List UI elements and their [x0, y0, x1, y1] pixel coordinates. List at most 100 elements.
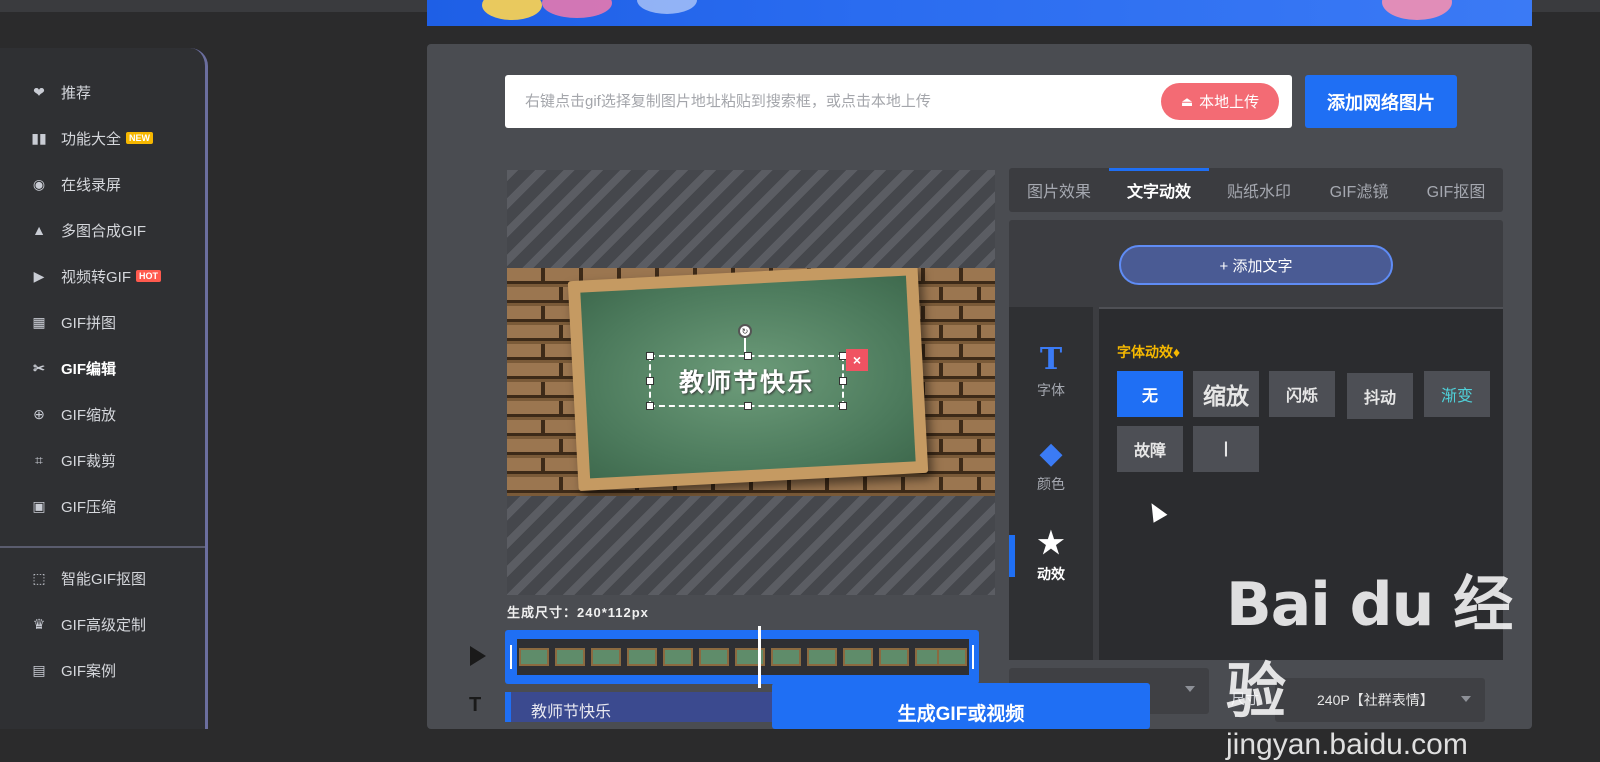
- playhead[interactable]: [758, 626, 761, 688]
- sidebar-item-gif-zoom[interactable]: ⊕ GIF缩放: [28, 402, 116, 426]
- sidebar-item-recommend[interactable]: ❤ 推荐: [28, 80, 91, 104]
- bookmark-icon: ▤: [32, 661, 46, 678]
- sidebar-item-cases[interactable]: ▤ GIF案例: [28, 658, 116, 682]
- sidebar-item-label: GIF压缩: [61, 498, 116, 516]
- local-upload-button[interactable]: ⏏ 本地上传: [1161, 83, 1279, 120]
- zoom-icon: ⊕: [33, 405, 45, 422]
- image-icon: ▲: [32, 222, 46, 238]
- zip-icon: ▣: [32, 497, 46, 514]
- sidebar-item-label: GIF编辑: [61, 360, 116, 378]
- sidebar-item-all-features[interactable]: ▮▮ 功能大全 NEW: [28, 126, 154, 150]
- text-track-icon: T: [469, 694, 482, 716]
- image-url-input[interactable]: [505, 75, 1145, 128]
- sidebar-divider: [0, 546, 205, 548]
- sidebar-item-gif-puzzle[interactable]: ▦ GIF拼图: [28, 310, 116, 334]
- vtab-animation[interactable]: ★ 动效: [1009, 529, 1093, 584]
- tool-tabs: 图片效果 文字动效 贴纸水印 GIF滤镜 GIF抠图: [1009, 168, 1503, 212]
- effect-shake[interactable]: 抖动: [1347, 373, 1413, 419]
- sidebar-item-label: GIF高级定制: [61, 616, 146, 634]
- edit-icon: ✂: [33, 359, 45, 376]
- sidebar-item-label: 功能大全: [61, 130, 122, 148]
- layout-icon: ▦: [32, 313, 46, 330]
- effect-flash[interactable]: 闪烁: [1269, 371, 1335, 417]
- resize-handle[interactable]: [839, 377, 847, 385]
- resize-handle[interactable]: [744, 352, 752, 360]
- effects-title: 字体动效♦: [1117, 344, 1181, 360]
- text-overlay-selection[interactable]: 教师节快乐: [646, 352, 847, 410]
- sidebar-item-label: GIF裁剪: [61, 452, 116, 470]
- resize-handle[interactable]: [744, 402, 752, 410]
- generate-button[interactable]: 生成GIF或视频: [772, 683, 1150, 729]
- output-size-text: 生成尺寸：240*112px: [507, 605, 649, 620]
- vtab-label: 字体: [1037, 382, 1065, 398]
- sidebar: ❤ 推荐 ▮▮ 功能大全 NEW ◉ 在线录屏 ▲ 多图合成GIF ▶ 视频转G…: [0, 48, 208, 729]
- camera-icon: ◉: [32, 175, 46, 192]
- effect-typewriter[interactable]: |: [1193, 426, 1259, 472]
- star-icon: ★: [1037, 526, 1065, 561]
- vtab-label: 颜色: [1037, 476, 1065, 492]
- resize-handle[interactable]: [646, 377, 654, 385]
- sidebar-item-label: GIF缩放: [61, 406, 116, 424]
- heart-icon: ❤: [33, 83, 45, 100]
- trim-handle-start[interactable]: [510, 645, 512, 669]
- sidebar-item-label: 视频转GIF: [61, 268, 131, 286]
- active-tab-indicator: [1009, 535, 1015, 577]
- font-icon: T: [1039, 342, 1063, 377]
- frame-timeline[interactable]: [505, 626, 979, 688]
- effect-none[interactable]: 无: [1117, 371, 1183, 417]
- overlay-text[interactable]: 教师节快乐: [651, 357, 842, 405]
- vtab-color[interactable]: ◆ 颜色: [1009, 439, 1093, 494]
- gif-image: ↻ 教师节快乐 ×: [507, 268, 995, 496]
- rotate-handle[interactable]: ↻: [738, 324, 752, 338]
- trim-handle-end[interactable]: [972, 645, 974, 669]
- sidebar-item-screen-record[interactable]: ◉ 在线录屏: [28, 172, 121, 196]
- effect-gradient[interactable]: 渐变: [1424, 371, 1490, 417]
- tab-gif-filter[interactable]: GIF滤镜: [1309, 168, 1409, 212]
- paint-bucket-icon: ◆: [1039, 436, 1063, 471]
- upload-icon: ⏏: [1180, 93, 1194, 109]
- tab-text-animation[interactable]: 文字动效: [1109, 168, 1209, 212]
- vtab-label: 动效: [1037, 566, 1065, 582]
- upload-label: 本地上传: [1199, 94, 1260, 111]
- sidebar-item-gif-edit[interactable]: ✂ GIF编辑: [28, 356, 116, 380]
- effect-glitch[interactable]: 故障: [1117, 426, 1183, 472]
- close-icon[interactable]: ×: [846, 349, 868, 371]
- sidebar-item-multi-image[interactable]: ▲ 多图合成GIF: [28, 218, 146, 242]
- chevron-down-icon: [1185, 686, 1195, 692]
- add-text-button[interactable]: + 添加文字: [1119, 245, 1393, 285]
- grid-icon: ▮▮: [31, 129, 47, 146]
- sidebar-item-video-to-gif[interactable]: ▶ 视频转GIF HOT: [28, 264, 161, 288]
- url-search-box: ⏏ 本地上传: [505, 75, 1292, 128]
- sidebar-item-label: 智能GIF抠图: [61, 570, 146, 588]
- resize-handle[interactable]: [839, 402, 847, 410]
- sidebar-item-label: 推荐: [61, 84, 92, 102]
- sidebar-item-custom[interactable]: ♛ GIF高级定制: [28, 612, 146, 636]
- preview-canvas: ↻ 教师节快乐 ×: [507, 170, 995, 595]
- resize-handle[interactable]: [646, 402, 654, 410]
- vtab-font[interactable]: T 字体: [1009, 345, 1093, 400]
- effect-zoom[interactable]: 缩放: [1193, 371, 1259, 417]
- watermark-url: jingyan.baidu.com: [1226, 728, 1468, 761]
- tab-image-effects[interactable]: 图片效果: [1009, 168, 1109, 212]
- crown-icon: ♛: [32, 615, 46, 632]
- video-icon: ▶: [33, 267, 45, 284]
- resize-handle[interactable]: [646, 352, 654, 360]
- sidebar-item-label: GIF案例: [61, 662, 116, 680]
- play-icon[interactable]: [470, 646, 486, 666]
- hot-badge: HOT: [136, 270, 161, 282]
- cutout-icon: ⬚: [32, 569, 46, 586]
- sidebar-item-label: GIF拼图: [61, 314, 116, 332]
- vertical-tabs: T 字体 ◆ 颜色 ★ 动效: [1009, 307, 1093, 660]
- promo-banner[interactable]: [427, 0, 1532, 26]
- tab-gif-cutout[interactable]: GIF抠图: [1409, 168, 1503, 212]
- tab-sticker-watermark[interactable]: 贴纸水印: [1209, 168, 1309, 212]
- baidu-watermark: Bai du 经验 jingyan.baidu.com: [1226, 556, 1516, 762]
- sidebar-item-gif-crop[interactable]: ⌗ GIF裁剪: [28, 448, 116, 472]
- add-network-image-button[interactable]: 添加网络图片: [1305, 75, 1457, 128]
- sidebar-item-gif-compress[interactable]: ▣ GIF压缩: [28, 494, 116, 518]
- watermark-logo: Bai du 经验: [1226, 570, 1513, 727]
- sidebar-item-smart-cutout[interactable]: ⬚ 智能GIF抠图: [28, 566, 146, 590]
- sidebar-item-label: 多图合成GIF: [61, 222, 146, 240]
- crop-icon: ⌗: [35, 451, 43, 468]
- sidebar-item-label: 在线录屏: [61, 176, 122, 194]
